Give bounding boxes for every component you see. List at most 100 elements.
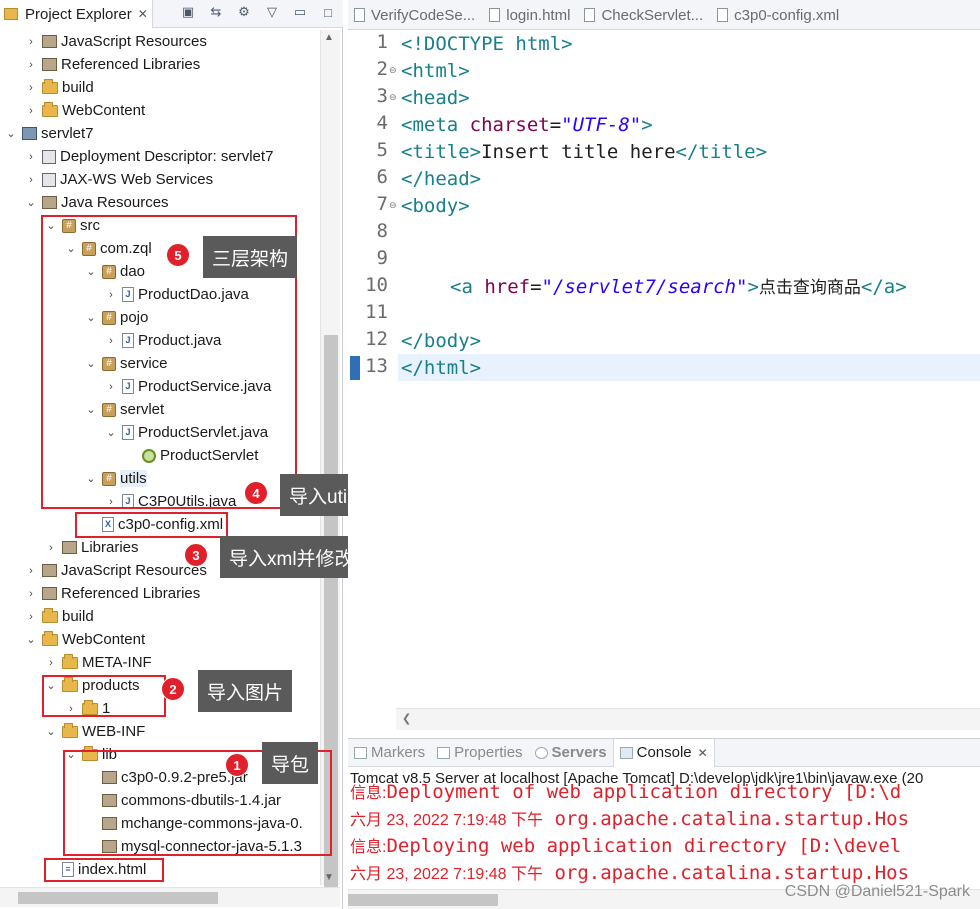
scrollbar-thumb[interactable] xyxy=(18,892,218,904)
filter-icon[interactable]: ⚙ xyxy=(235,3,253,21)
tree-item[interactable]: › JavaScript Resources xyxy=(24,559,207,582)
chevron-down-icon[interactable]: ⌄ xyxy=(84,265,98,278)
tree-item[interactable]: › Deployment Descriptor: servlet7 xyxy=(24,145,273,168)
tree-item[interactable]: ⌄ # com.zql xyxy=(64,237,151,260)
chevron-down-icon[interactable]: ⌄ xyxy=(84,403,98,416)
tree-item[interactable]: ≡ index.html xyxy=(44,858,146,881)
chevron-right-icon[interactable]: › xyxy=(24,36,38,48)
chevron-right-icon[interactable]: › xyxy=(44,542,58,554)
chevron-down-icon[interactable]: ⌄ xyxy=(104,426,118,439)
tree-item[interactable]: ⌄ # service xyxy=(84,352,167,375)
tree-item[interactable]: ⌄ # utils xyxy=(84,467,147,490)
code-area[interactable]: <!DOCTYPE html> <html> <head> <meta char… xyxy=(398,30,980,710)
explorer-horizontal-scrollbar[interactable] xyxy=(0,887,340,907)
tree-item[interactable]: › Libraries xyxy=(44,536,138,559)
scroll-down-icon[interactable]: ▼ xyxy=(324,872,334,883)
tree-item[interactable]: ⌄ servlet7 xyxy=(4,122,93,145)
tree-item[interactable]: Xc3p0-config.xml xyxy=(84,513,223,536)
chevron-down-icon[interactable]: ⌄ xyxy=(4,127,18,140)
tree-item[interactable]: › build xyxy=(24,605,94,628)
tab-c3p0-config[interactable]: c3p0-config.xml xyxy=(711,0,847,30)
scroll-up-icon[interactable]: ▲ xyxy=(324,32,334,43)
tree-item[interactable]: › Referenced Libraries xyxy=(24,582,200,605)
chevron-down-icon[interactable]: ⌄ xyxy=(44,679,58,692)
chevron-right-icon[interactable]: › xyxy=(24,59,38,71)
editor-horizontal-scrollbar[interactable]: ❮ xyxy=(396,708,980,730)
close-icon[interactable]: ✕ xyxy=(138,7,148,21)
tree-item[interactable]: ⌄ # servlet xyxy=(84,398,164,421)
fold-icon[interactable]: ⊖ xyxy=(389,92,397,103)
tree-item[interactable]: ⌄ lib xyxy=(64,743,117,766)
chevron-right-icon[interactable]: › xyxy=(24,565,38,577)
tree-item[interactable]: c3p0-0.9.2-pre5.jar xyxy=(84,766,248,789)
tree-item[interactable]: ⌄ WebContent xyxy=(24,628,145,651)
tab-markers[interactable]: Markers xyxy=(348,739,431,767)
tree-item[interactable]: › J ProductDao.java xyxy=(104,283,249,306)
tree-item[interactable]: › JavaScript Resources xyxy=(24,30,207,53)
tab-properties[interactable]: Properties xyxy=(431,739,528,767)
tree-item[interactable]: ⌄ # pojo xyxy=(84,306,148,329)
chevron-down-icon[interactable]: ⌄ xyxy=(84,311,98,324)
chevron-right-icon[interactable]: › xyxy=(104,289,118,301)
chevron-right-icon[interactable]: › xyxy=(24,611,38,623)
tree-item[interactable]: ⌄ Java Resources xyxy=(24,191,168,214)
tree-item[interactable]: › build xyxy=(24,76,94,99)
tree-item[interactable]: commons-dbutils-1.4.jar xyxy=(84,789,281,812)
chevron-right-icon[interactable]: › xyxy=(104,496,118,508)
chevron-right-icon[interactable]: › xyxy=(24,82,38,94)
chevron-right-icon[interactable]: › xyxy=(104,381,118,393)
annotation-badge-3: 3 xyxy=(184,543,208,567)
tree-item[interactable]: › JAX-WS Web Services xyxy=(24,168,213,191)
close-icon[interactable]: ✕ xyxy=(698,746,708,760)
tree-item[interactable]: › META-INF xyxy=(44,651,152,674)
scrollbar-thumb[interactable] xyxy=(348,894,498,906)
chevron-down-icon[interactable]: ⌄ xyxy=(64,748,78,761)
chevron-right-icon[interactable]: › xyxy=(24,588,38,600)
tree-item[interactable]: › 1 xyxy=(64,697,110,720)
tree-item[interactable]: ProductServlet xyxy=(124,444,258,467)
chevron-down-icon[interactable]: ⌄ xyxy=(64,242,78,255)
tab-servers[interactable]: Servers xyxy=(529,739,613,767)
tree-item[interactable]: ⌄ # dao xyxy=(84,260,145,283)
tab-check-servlet[interactable]: CheckServlet... xyxy=(578,0,711,30)
scroll-left-icon[interactable]: ❮ xyxy=(402,712,411,725)
tree-item[interactable]: mchange-commons-java-0. xyxy=(84,812,303,835)
tree-item[interactable]: ⌄ J ProductServlet.java xyxy=(104,421,268,444)
chevron-right-icon[interactable]: › xyxy=(104,335,118,347)
chevron-down-icon[interactable]: ⌄ xyxy=(44,725,58,738)
chevron-down-icon[interactable]: ⌄ xyxy=(84,357,98,370)
tree-item[interactable]: › J C3P0Utils.java xyxy=(104,490,236,513)
chevron-right-icon[interactable]: › xyxy=(24,105,38,117)
tree-item[interactable]: ⌄ WEB-INF xyxy=(44,720,145,743)
console-output[interactable]: 信息:Deployment of web application directo… xyxy=(350,781,909,887)
chevron-down-icon[interactable]: ⌄ xyxy=(44,219,58,232)
tab-login-html[interactable]: login.html xyxy=(483,0,578,30)
tab-console[interactable]: Console ✕ xyxy=(612,738,715,767)
chevron-down-icon[interactable]: ⌄ xyxy=(24,196,38,209)
tree-item[interactable]: ⌄ # src xyxy=(44,214,100,237)
view-menu-icon[interactable]: ▽ xyxy=(263,3,281,21)
tree-item[interactable]: ⌄ products xyxy=(44,674,140,697)
maximize-icon[interactable]: □ xyxy=(319,3,337,21)
fold-icon[interactable]: ⊖ xyxy=(389,200,397,211)
chevron-right-icon[interactable]: › xyxy=(24,151,38,163)
project-explorer-tab[interactable]: Project Explorer ✕ xyxy=(0,0,153,28)
scrollbar-thumb[interactable] xyxy=(324,335,338,895)
tree-item[interactable]: › WebContent xyxy=(24,99,145,122)
chevron-down-icon[interactable]: ⌄ xyxy=(84,472,98,485)
link-with-editor-icon[interactable]: ⇆ xyxy=(207,3,225,21)
collapse-all-icon[interactable]: ▣ xyxy=(179,3,197,21)
explorer-vertical-scrollbar[interactable]: ▲ ▼ xyxy=(320,30,340,895)
project-explorer-header: Project Explorer ✕ ▣ ⇆ ⚙ ▽ ▭ □ xyxy=(0,0,343,28)
tree-item[interactable]: mysql-connector-java-5.1.3 xyxy=(84,835,302,858)
tree-item[interactable]: › Referenced Libraries xyxy=(24,53,200,76)
fold-icon[interactable]: ⊖ xyxy=(389,65,397,76)
chevron-right-icon[interactable]: › xyxy=(44,657,58,669)
tree-item[interactable]: › J ProductService.java xyxy=(104,375,271,398)
tab-verify-code-servlet[interactable]: VerifyCodeSe... xyxy=(348,0,483,30)
chevron-right-icon[interactable]: › xyxy=(64,703,78,715)
minimize-icon[interactable]: ▭ xyxy=(291,3,309,21)
chevron-down-icon[interactable]: ⌄ xyxy=(24,633,38,646)
chevron-right-icon[interactable]: › xyxy=(24,174,38,186)
tree-item[interactable]: › J Product.java xyxy=(104,329,221,352)
